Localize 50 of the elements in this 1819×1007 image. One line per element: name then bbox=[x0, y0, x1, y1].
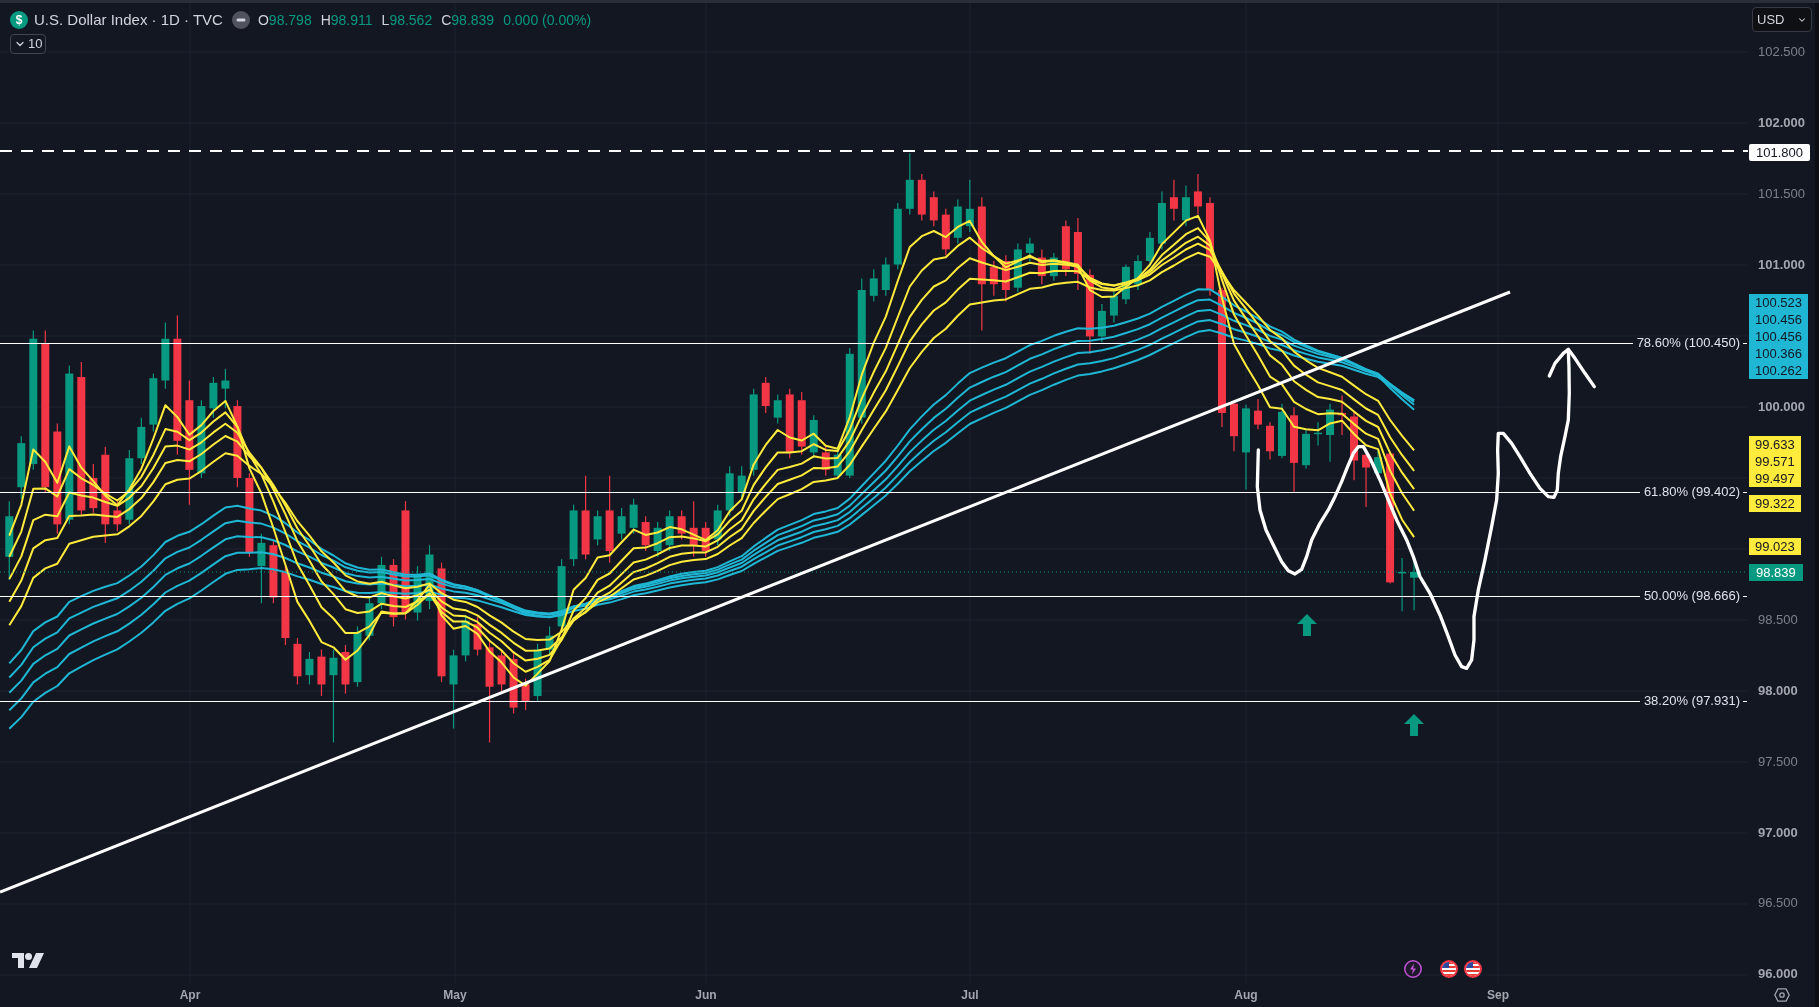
price-tag: 99.322 bbox=[1749, 495, 1801, 512]
up-arrow-icon bbox=[1297, 614, 1317, 636]
settings-icon[interactable] bbox=[1774, 988, 1790, 1002]
fib-level-label: 50.00% (98.666) bbox=[1643, 588, 1740, 604]
fib-level-label: 61.80% (99.402) bbox=[1643, 484, 1740, 500]
time-label: May bbox=[443, 987, 467, 1004]
price-tag: 99.571 bbox=[1749, 453, 1801, 470]
price-tag: 100.366 bbox=[1749, 345, 1808, 362]
price-tag: 100.456 bbox=[1749, 311, 1808, 328]
price-tick-label: 97.000 bbox=[1758, 825, 1798, 841]
price-level-tag: 101.800 bbox=[1749, 144, 1810, 161]
price-tick-label: 100.000 bbox=[1758, 399, 1805, 415]
fib-level-label: 78.60% (100.450) bbox=[1636, 335, 1740, 351]
minus-circle-icon bbox=[231, 11, 250, 29]
price-tick-label: 96.000 bbox=[1758, 966, 1798, 982]
price-tick-label: 97.500 bbox=[1758, 754, 1798, 770]
time-label: Aug bbox=[1234, 987, 1258, 1004]
fib-level-label: 38.20% (97.931) bbox=[1643, 693, 1740, 709]
time-label: Jul bbox=[961, 987, 979, 1004]
time-label: Sep bbox=[1487, 987, 1509, 1004]
price-tick-label: 98.000 bbox=[1758, 683, 1798, 699]
lightning-icon[interactable] bbox=[1404, 960, 1422, 978]
price-tick-label: 101.000 bbox=[1758, 257, 1805, 273]
time-label: Apr bbox=[179, 987, 201, 1004]
price-tick-label: 101.500 bbox=[1758, 186, 1805, 202]
price-change: 0.000 (0.00%) bbox=[503, 11, 592, 30]
flag-icon[interactable] bbox=[1464, 960, 1482, 978]
price-tick-label: 98.500 bbox=[1758, 612, 1798, 628]
price-tick-label: 102.500 bbox=[1758, 44, 1805, 60]
last-price-tag: 98.839 bbox=[1749, 564, 1803, 581]
price-tag: 99.497 bbox=[1749, 470, 1801, 487]
price-tag: 99.023 bbox=[1749, 538, 1801, 555]
price-tick-label: 102.000 bbox=[1758, 115, 1805, 131]
ohlc-value: L98.562 bbox=[381, 11, 433, 30]
logo-icon[interactable] bbox=[12, 953, 44, 968]
ohlc-value: C98.839 bbox=[441, 11, 495, 30]
symbol-title: U.S. Dollar Index · 1D · TVC bbox=[34, 10, 223, 30]
currency-select[interactable]: USD bbox=[1752, 7, 1812, 32]
ohlc-value: O98.798 bbox=[257, 11, 312, 30]
price-tag: 100.456 bbox=[1749, 328, 1808, 345]
price-tag: 100.523 bbox=[1749, 294, 1808, 311]
price-tick-label: 96.500 bbox=[1758, 895, 1798, 911]
price-tag: 100.262 bbox=[1749, 362, 1808, 379]
price-tag: 99.633 bbox=[1749, 436, 1801, 453]
indicators-toggle[interactable]: 10 bbox=[10, 34, 47, 54]
ohlc-value: H98.911 bbox=[320, 11, 373, 30]
up-arrow-icon bbox=[1404, 714, 1424, 736]
flag-icon[interactable] bbox=[1440, 960, 1458, 978]
symbol-logo: $ bbox=[10, 11, 28, 29]
time-label: Jun bbox=[695, 987, 717, 1004]
